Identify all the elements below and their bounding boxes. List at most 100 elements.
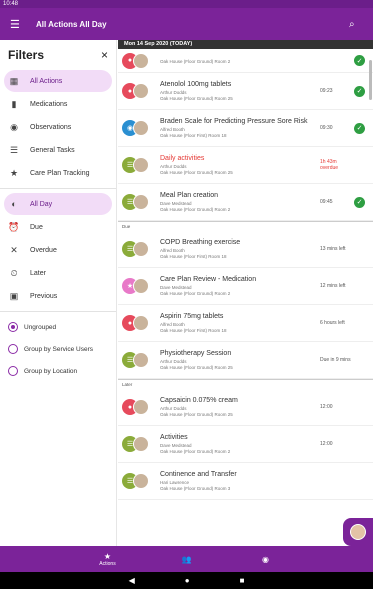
nav-people[interactable]: 👥 (147, 555, 226, 564)
action-title: Care Plan Review - Medication (160, 276, 257, 283)
check-icon: ✓ (354, 85, 365, 97)
service-user-name: Dave Medstead (160, 201, 192, 206)
location: Oak House (Floor Ground) Room 25 (160, 365, 233, 370)
filter-item[interactable]: ▦ All Actions (4, 70, 112, 92)
service-user-name: Hari Lawrence (160, 480, 190, 485)
back-icon[interactable]: ◀ (129, 576, 135, 585)
avatar (350, 524, 366, 540)
filter-item[interactable]: ◐ All Day (4, 193, 112, 215)
action-row[interactable]: ● Oak House (Floor Ground) Room 2 ✓ (118, 49, 373, 73)
radio-button[interactable] (8, 366, 18, 376)
action-text: Physiotherapy Session Arthur Dodds Oak Hou… (154, 350, 320, 370)
grouping-list: Ungrouped Group by Service Users Group by … (0, 316, 116, 382)
action-row[interactable]: ☰ Meal Plan creation Dave Medstead Oak Hous… (118, 184, 373, 221)
service-user-name: Alfred Booth (160, 248, 185, 253)
filter-item[interactable]: ⏲ Later (4, 262, 112, 284)
action-avatar-group: ☰ (122, 157, 154, 173)
location: Oak House (Floor First) Room 18 (160, 133, 227, 138)
pill-bottle-icon: ▮ (11, 98, 17, 109)
action-row[interactable]: ● Capsaicin 0.075% cream Arthur Dodds Oak H… (118, 389, 373, 426)
calendar-check-icon: ▣ (9, 290, 19, 301)
nav-actions[interactable]: ★ Actions (68, 552, 147, 567)
action-text: COPD Breathing exercise Alfred Booth Oak H… (154, 239, 320, 259)
action-text: Aspirin 75mg tablets Alfred Booth Oak Hous… (154, 313, 320, 333)
filter-item-label: General Tasks (30, 146, 75, 154)
action-title: Atenolol 100mg tablets (160, 81, 232, 88)
actions-list: Mon 14 Sep 2020 (TODAY) ● Oak House (Floo… (118, 40, 373, 546)
location: Oak House (Floor Ground) Room 25 (160, 96, 233, 101)
grouping-option[interactable]: Group by Location (8, 360, 116, 382)
action-time: 09:30 (320, 125, 333, 131)
close-icon[interactable]: × (101, 48, 108, 62)
recents-icon[interactable]: ■ (240, 576, 245, 585)
filter-item[interactable]: ▮ Medications (4, 93, 112, 115)
home-icon[interactable]: ● (185, 576, 190, 585)
filters-drawer: Filters × ▦ All Actions ▮ Medications ◉ Obser… (0, 40, 117, 546)
location: Oak House (Floor First) Room 18 (160, 254, 227, 259)
grouping-option-label: Group by Location (24, 367, 78, 375)
action-row[interactable]: ☰ Activities Dave Medstead Oak House (Floor… (118, 426, 373, 463)
grouping-option[interactable]: Group by Service Users (8, 338, 116, 360)
action-text: Atenolol 100mg tablets Arthur Dodds Oak Ho… (154, 81, 320, 101)
action-row[interactable]: ☰ Continence and Transfer Hari Lawrence Oak… (118, 463, 373, 500)
radio-button[interactable] (8, 344, 18, 354)
filter-item-label: All Day (30, 200, 53, 208)
clock: 10:48 (3, 1, 19, 7)
location: Oak House (Floor Ground) Room 25 (160, 412, 233, 417)
filter-item[interactable]: ⏰ Due (4, 216, 112, 238)
action-time: 09:45 (320, 199, 333, 205)
action-avatar-group: ☰ (122, 194, 154, 210)
alarm-icon: ⏰ (8, 221, 20, 232)
action-title: Activities (160, 434, 188, 441)
user-avatar-button[interactable] (343, 518, 373, 546)
action-row[interactable]: ● Aspirin 75mg tablets Alfred Booth Oak Hou… (118, 305, 373, 342)
action-text: Capsaicin 0.075% cream Arthur Dodds Oak Ho… (154, 397, 320, 417)
filter-item-label: Observations (30, 123, 72, 131)
menu-icon[interactable]: ☰ (10, 18, 26, 31)
grouping-option[interactable]: Ungrouped (8, 316, 116, 338)
service-user-name: Alfred Booth (160, 127, 185, 132)
filter-item[interactable]: ✕ Overdue (4, 239, 112, 261)
avatar (133, 278, 149, 294)
filter-item[interactable]: ★ Care Plan Tracking (4, 162, 112, 184)
radio-button[interactable] (8, 322, 18, 332)
action-title: COPD Breathing exercise (160, 239, 241, 246)
service-user-name: Alfred Booth (160, 322, 185, 327)
action-row[interactable]: ◉ Braden Scale for Predicting Pressure So… (118, 110, 373, 147)
action-row[interactable]: ☰ Physiotherapy Session Arthur Dodds Oak Ho… (118, 342, 373, 379)
action-row[interactable]: ● Atenolol 100mg tablets Arthur Dodds Oak H… (118, 73, 373, 110)
checklist-icon: ☰ (9, 144, 19, 155)
snooze-icon: ⏲ (10, 267, 18, 278)
date-header: Mon 14 Sep 2020 (TODAY) (118, 40, 373, 49)
divider (0, 188, 116, 189)
action-avatar-group: ☰ (122, 241, 154, 257)
action-time: Due in 9 mins (320, 357, 351, 363)
service-user-name: Arthur Dodds (160, 90, 187, 95)
action-title: Braden Scale for Predicting Pressure Sor… (160, 118, 308, 125)
action-text: Daily activities Arthur Dodds Oak House (F… (154, 155, 320, 175)
action-row[interactable]: ☰ Daily activities Arthur Dodds Oak House (… (118, 147, 373, 184)
action-title: Meal Plan creation (160, 192, 218, 199)
grid-icon: ▦ (9, 75, 19, 86)
filter-list: ▦ All Actions ▮ Medications ◉ Observations ☰ Ge… (0, 70, 116, 307)
action-avatar-group: ☰ (122, 473, 154, 489)
filter-item[interactable]: ◉ Observations (4, 116, 112, 138)
action-time: 12:00 (320, 404, 333, 410)
eye-icon: ◉ (10, 121, 18, 132)
action-avatar-group: ● (122, 52, 154, 69)
scrollbar[interactable] (369, 60, 372, 100)
filter-item[interactable]: ▣ Previous (4, 285, 112, 307)
action-row[interactable]: ☰ COPD Breathing exercise Alfred Booth Oak … (118, 231, 373, 268)
search-icon[interactable]: ⌕ (349, 19, 363, 30)
filter-item-label: Due (30, 223, 43, 231)
check-icon: ✓ (354, 55, 365, 66)
action-row[interactable]: ★ Care Plan Review - Medication Dave Medst… (118, 268, 373, 305)
star-icon: ★ (103, 551, 112, 561)
avatar (133, 83, 149, 99)
location: Oak House (Floor First) Room 18 (160, 328, 227, 333)
filter-item[interactable]: ☰ General Tasks (4, 139, 112, 161)
avatar (133, 241, 149, 257)
avatar (133, 473, 149, 489)
drawer-header: Filters × (0, 40, 116, 70)
nav-profile[interactable]: ◉ (226, 555, 305, 564)
